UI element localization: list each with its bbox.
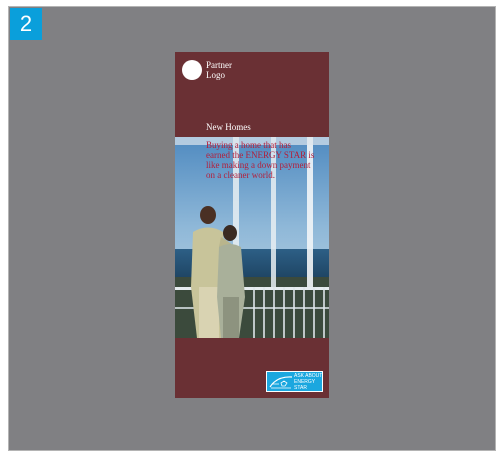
- partner-logo-circle: [182, 60, 202, 80]
- partner-logo-line2: Logo: [206, 70, 225, 80]
- tagline-line2: earned the ENERGY STAR is: [206, 150, 315, 160]
- step-number-badge: 2: [10, 8, 42, 40]
- partner-logo-line1: Partner: [206, 60, 232, 70]
- tagline-line1: Buying a home that has: [206, 140, 291, 150]
- tagline: Buying a home that has earned the ENERGY…: [206, 140, 326, 180]
- tagline-line3: like making a down payment: [206, 160, 311, 170]
- brochure-cover: Partner Logo New Homes Buying a home tha…: [175, 52, 329, 398]
- section-title: New Homes: [206, 122, 251, 132]
- energy-star-badge-text: ASK ABOUT ENERGY STAR: [294, 373, 322, 391]
- energy-star-badge: ASK ABOUT ENERGY STAR: [266, 371, 323, 392]
- energy-star-line3: STAR: [294, 385, 307, 391]
- energy-star-logo-icon: [269, 376, 293, 389]
- tagline-line4: on a cleaner world.: [206, 170, 275, 180]
- partner-logo-text: Partner Logo: [206, 60, 276, 80]
